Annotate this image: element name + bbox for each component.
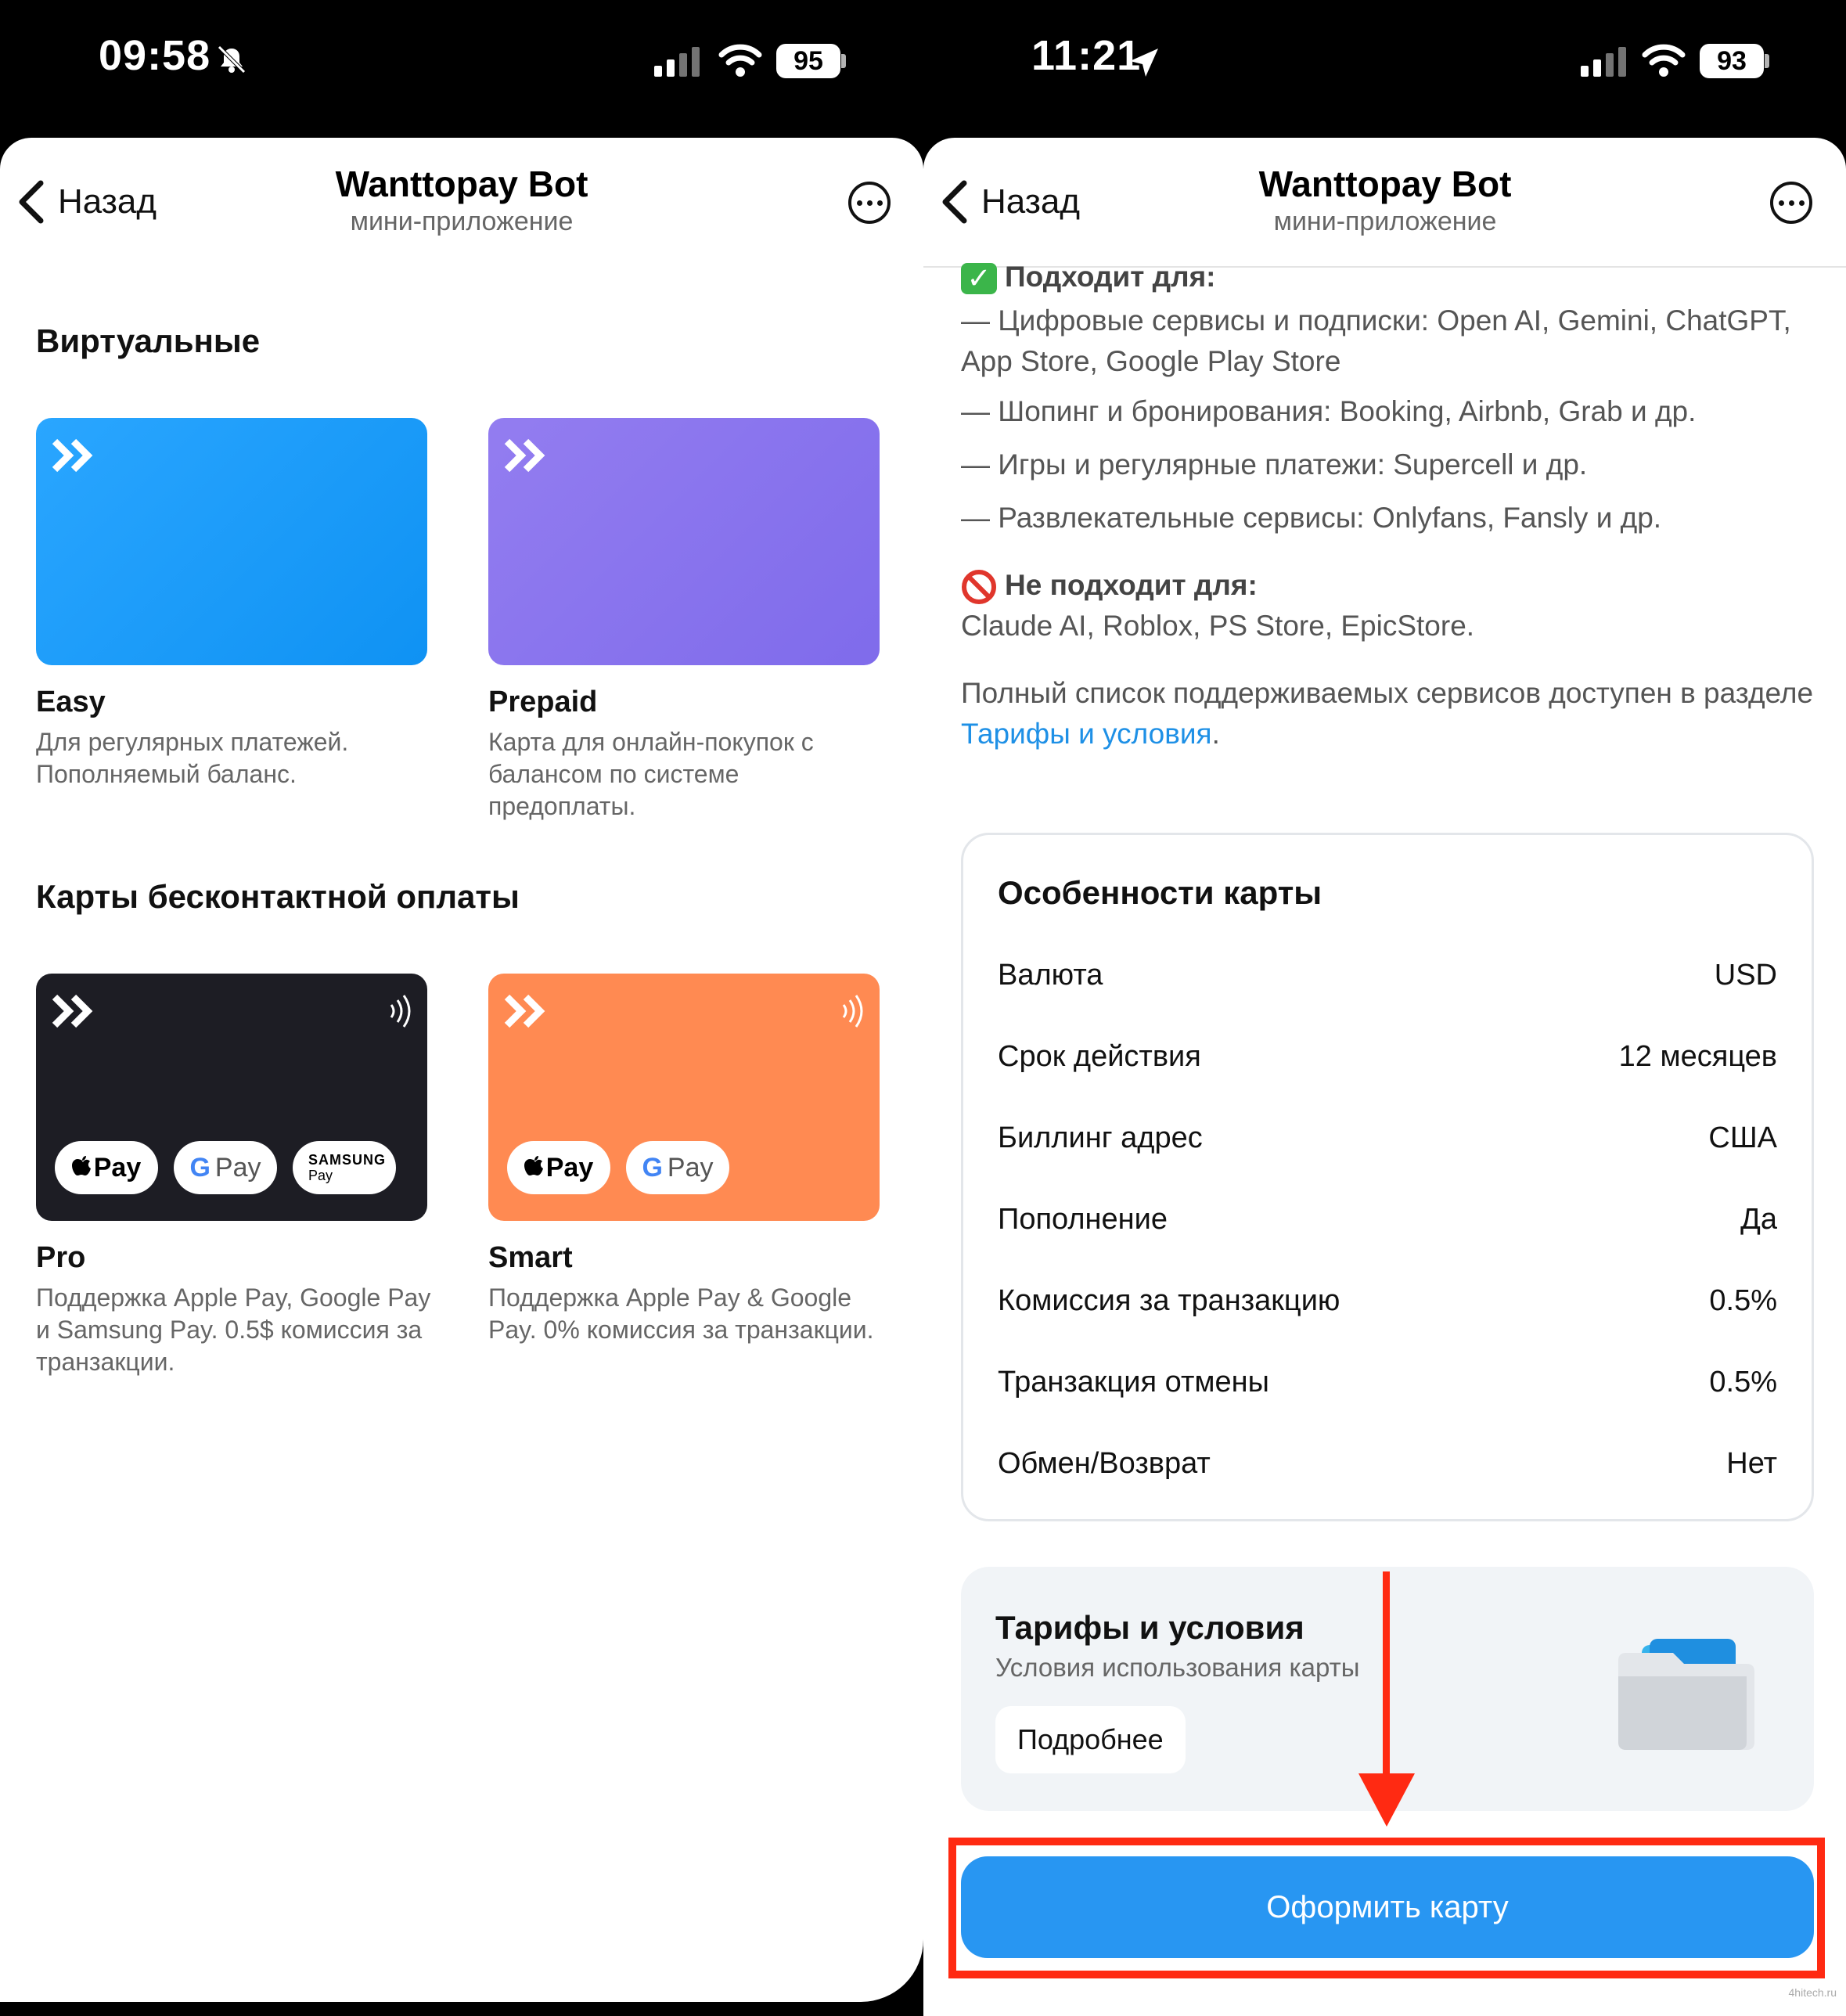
brand-chevrons-icon bbox=[504, 994, 545, 1028]
feature-row: Срок действия 12 месяцев bbox=[998, 1040, 1777, 1073]
feature-row: Транзакция отмены 0.5% bbox=[998, 1366, 1777, 1399]
details-button[interactable]: Подробнее bbox=[995, 1706, 1186, 1773]
suitable-heading: ✓ Подходит для: bbox=[961, 257, 1822, 304]
status-time: 09:58 bbox=[99, 32, 211, 79]
watermark: 4hitech.ru bbox=[1788, 1986, 1837, 1999]
header-title-block: Wanttopay Bot мини-приложение bbox=[305, 163, 618, 237]
easy-card[interactable] bbox=[36, 418, 427, 665]
apple-pay-badge: Pay bbox=[507, 1141, 610, 1194]
nfc-icon bbox=[390, 995, 411, 1028]
back-label: Назад bbox=[58, 182, 157, 221]
apple-pay-label: Pay bbox=[545, 1152, 594, 1183]
left-screen: Назад Wanttopay Bot мини-приложение Вирт… bbox=[0, 138, 923, 2002]
card-desc-prepaid: Карта для онлайн-покупок с балансом по с… bbox=[488, 728, 814, 820]
page-subtitle: мини-приложение bbox=[350, 207, 574, 236]
brand-chevrons-icon bbox=[52, 994, 93, 1028]
section-title-contactless: Карты бесконтактной оплаты bbox=[36, 878, 520, 915]
google-g-icon: G bbox=[189, 1152, 211, 1183]
location-arrow-icon bbox=[1130, 49, 1158, 77]
apple-logo-icon bbox=[71, 1156, 91, 1175]
feature-row: Пополнение Да bbox=[998, 1203, 1777, 1236]
check-icon: ✓ bbox=[961, 263, 997, 295]
nfc-icon bbox=[842, 995, 863, 1028]
features-title: Особенности карты bbox=[998, 874, 1322, 911]
feature-row: Биллинг адрес США bbox=[998, 1121, 1777, 1154]
suitable-item: — Цифровые сервисы и подписки: Open AI, … bbox=[961, 304, 1791, 377]
page-subtitle: мини-приложение bbox=[1273, 207, 1497, 236]
google-pay-label: Pay bbox=[667, 1152, 714, 1183]
back-button[interactable]: Назад bbox=[939, 178, 1080, 225]
page-title: Wanttopay Bot bbox=[1258, 164, 1512, 204]
apple-pay-label: Pay bbox=[93, 1152, 142, 1183]
back-button[interactable]: Назад bbox=[16, 178, 157, 225]
terms-subtitle: Условия использования карты bbox=[995, 1653, 1360, 1682]
apple-pay-badge: Pay bbox=[55, 1141, 158, 1194]
feature-row: Валюта USD bbox=[998, 959, 1777, 992]
prohibited-icon bbox=[962, 570, 996, 605]
google-g-icon: G bbox=[642, 1152, 663, 1183]
battery-tip bbox=[841, 54, 846, 68]
terms-link[interactable]: Тарифы и условия bbox=[961, 718, 1212, 750]
suitable-item: — Шопинг и бронирования: Booking, Airbnb… bbox=[961, 395, 1697, 427]
highlight-arrow-shaft bbox=[1383, 1571, 1390, 1803]
bell-slash-icon bbox=[218, 45, 246, 74]
cellular-signal-icon bbox=[1581, 47, 1626, 77]
header-title-block: Wanttopay Bot мини-приложение bbox=[1229, 163, 1542, 237]
feature-row: Комиссия за транзакцию 0.5% bbox=[998, 1284, 1777, 1317]
wifi-icon bbox=[1642, 44, 1686, 77]
samsung-label: SAMSUNG bbox=[308, 1152, 387, 1168]
suitable-item: — Игры и регулярные платежи: Supercell и… bbox=[961, 448, 1588, 481]
samsung-pay-badge: SAMSUNG Pay bbox=[293, 1141, 396, 1194]
chevron-left-icon bbox=[19, 180, 44, 224]
more-options-button[interactable] bbox=[848, 182, 891, 224]
section-title-virtual: Виртуальные bbox=[36, 322, 261, 359]
card-desc-easy: Для регулярных платежей. Пополняемый бал… bbox=[36, 728, 349, 788]
card-desc-pro: Поддержка Apple Pay, Google Pay и Samsun… bbox=[36, 1283, 431, 1376]
status-time: 11:21 bbox=[1031, 32, 1142, 79]
pro-card[interactable]: Pay G Pay SAMSUNG Pay bbox=[36, 974, 427, 1221]
arrow-down-icon bbox=[1358, 1773, 1415, 1827]
google-pay-badge: G Pay bbox=[626, 1141, 729, 1194]
card-name-easy: Easy bbox=[36, 686, 106, 718]
battery-indicator: 93 bbox=[1700, 44, 1764, 78]
page-title: Wanttopay Bot bbox=[335, 164, 588, 204]
not-suitable-heading: Не подходит для: bbox=[961, 565, 1822, 606]
full-list-note: Полный список поддерживаемых сервисов до… bbox=[961, 677, 1814, 750]
cellular-signal-icon bbox=[654, 47, 700, 77]
apple-logo-icon bbox=[524, 1156, 543, 1175]
terms-title: Тарифы и условия bbox=[995, 1609, 1304, 1646]
brand-chevrons-icon bbox=[504, 438, 545, 473]
card-name-smart: Smart bbox=[488, 1241, 573, 1274]
card-name-pro: Pro bbox=[36, 1241, 86, 1274]
smart-card[interactable]: Pay G Pay bbox=[488, 974, 880, 1221]
feature-row: Обмен/Возврат Нет bbox=[998, 1447, 1777, 1480]
card-name-prepaid: Prepaid bbox=[488, 686, 598, 718]
samsung-pay-label: Pay bbox=[308, 1168, 333, 1183]
suitable-item: — Развлекательные сервисы: Onlyfans, Fan… bbox=[961, 502, 1662, 534]
google-pay-badge: G Pay bbox=[174, 1141, 277, 1194]
chevron-left-icon bbox=[942, 180, 967, 224]
highlight-frame bbox=[948, 1838, 1825, 1978]
battery-tip bbox=[1765, 54, 1769, 68]
card-desc-smart: Поддержка Apple Pay & Google Pay. 0% ком… bbox=[488, 1283, 874, 1344]
prepaid-card[interactable] bbox=[488, 418, 880, 665]
folder-icon bbox=[1618, 1639, 1754, 1750]
back-label: Назад bbox=[981, 182, 1081, 221]
not-suitable-list: Claude AI, Roblox, PS Store, EpicStore. bbox=[961, 610, 1475, 642]
more-options-button[interactable] bbox=[1770, 182, 1812, 224]
wifi-icon bbox=[718, 44, 762, 77]
google-pay-label: Pay bbox=[214, 1152, 261, 1183]
brand-chevrons-icon bbox=[52, 438, 93, 473]
features-card: Особенности карты Валюта USD Срок действи… bbox=[961, 833, 1814, 1521]
battery-indicator: 95 bbox=[776, 44, 840, 78]
